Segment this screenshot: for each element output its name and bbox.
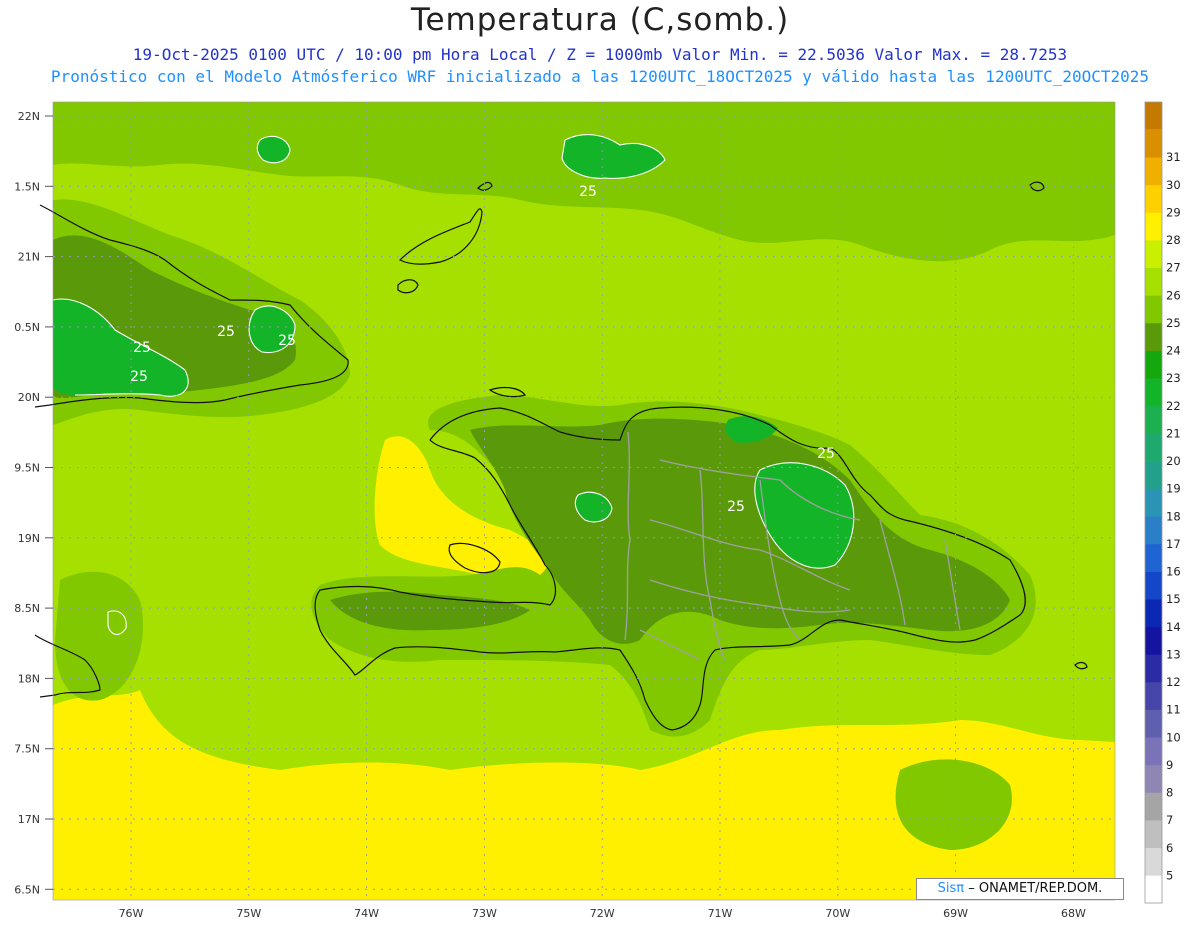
lat-label: 9.5N <box>14 462 40 475</box>
contour-label: 25 <box>130 369 148 385</box>
lon-label: 70W <box>825 907 850 920</box>
contour-label: 25 <box>217 324 235 340</box>
colorbar-segment <box>1145 847 1162 876</box>
colorbar-segment <box>1145 626 1162 655</box>
credit-box: Sisπ – ONAMET/REP.DOM. <box>916 878 1124 900</box>
colorbar-label: 28 <box>1166 233 1181 247</box>
colorbar-segment <box>1145 682 1162 710</box>
contour-label: 25 <box>278 333 296 349</box>
colorbar-label: 16 <box>1166 565 1181 579</box>
colorbar-label: 15 <box>1166 592 1181 606</box>
contour-label: 25 <box>579 184 597 200</box>
lat-label: 21N <box>18 251 40 264</box>
lat-label: 0.5N <box>14 321 40 334</box>
colorbar-label: 13 <box>1166 647 1181 661</box>
colorbar-segment <box>1145 488 1162 517</box>
colorbar-label: 6 <box>1166 841 1173 855</box>
latitude-labels: 22N 1.5N 21N 0.5N 20N 9.5N 19N 8.5N 18N 7.5N 17N 6.… <box>14 110 53 896</box>
colorbar-label: 10 <box>1166 730 1181 744</box>
colorbar-segment <box>1145 129 1162 158</box>
colorbar-segment <box>1145 184 1162 213</box>
longitude-labels: 76W 75W 74W 73W 72W 71W 70W 69W 68W <box>119 907 1086 920</box>
colorbar-segment <box>1145 322 1162 351</box>
lat-label: 7.5N <box>14 743 40 756</box>
lon-label: 71W <box>708 907 733 920</box>
colorbar-label: 21 <box>1166 426 1181 440</box>
colorbar-segment <box>1145 792 1162 821</box>
colorbar-segment <box>1145 543 1162 572</box>
lon-label: 72W <box>590 907 615 920</box>
colorbar-label: 23 <box>1166 371 1181 385</box>
lat-label: 22N <box>18 110 40 123</box>
colorbar-segment <box>1145 405 1162 434</box>
lat-label: 19N <box>18 532 40 545</box>
colorbar-segment <box>1145 350 1162 379</box>
colorbar-label: 11 <box>1166 703 1181 717</box>
credit-organization: – ONAMET/REP.DOM. <box>968 881 1103 896</box>
colorbar-label: 24 <box>1166 344 1181 358</box>
lat-label: 1.5N <box>14 180 40 193</box>
colorbar-label: 5 <box>1166 868 1173 882</box>
colorbar-label: 8 <box>1166 786 1173 800</box>
contour-label: 25 <box>133 340 151 356</box>
colorbar-segment <box>1145 764 1162 793</box>
colorbar-segment <box>1145 461 1162 489</box>
colorbar-segment <box>1145 516 1162 545</box>
colorbar-label: 27 <box>1166 261 1181 275</box>
colorbar-label: 20 <box>1166 454 1181 468</box>
colorbar-label: 29 <box>1166 205 1181 219</box>
colorbar-segment <box>1145 599 1162 628</box>
colorbar-segment <box>1145 820 1162 849</box>
sispi-logo: Sisπ <box>937 881 965 896</box>
lon-label: 75W <box>236 907 261 920</box>
colorbar-segment <box>1145 737 1162 766</box>
colorbar-label: 26 <box>1166 288 1181 302</box>
lon-label: 73W <box>472 907 497 920</box>
temperature-map: 22N 1.5N 21N 0.5N 20N 9.5N 19N 8.5N 18N 7.5N 17N 6.… <box>14 101 1181 920</box>
colorbar-segment <box>1145 378 1162 407</box>
colorbar-label: 18 <box>1166 509 1181 523</box>
lat-label: 6.5N <box>14 883 40 896</box>
lat-label: 8.5N <box>14 602 40 615</box>
colorbar: 5 6 7 8 9 10 11 12 13 14 15 16 17 18 19 20 21 22 23 24 25 26 2… <box>1144 101 1181 904</box>
temperature-field <box>53 102 1115 900</box>
colorbar-segment <box>1145 571 1162 600</box>
colorbar-segment <box>1145 267 1162 296</box>
contour-label: 25 <box>817 446 835 462</box>
colorbar-segment <box>1145 654 1162 683</box>
colorbar-label: 31 <box>1166 150 1181 164</box>
lat-label: 20N <box>18 391 40 404</box>
lon-label: 74W <box>354 907 379 920</box>
colorbar-label: 19 <box>1166 482 1181 496</box>
colorbar-label: 25 <box>1166 316 1181 330</box>
colorbar-segment <box>1145 240 1162 269</box>
colorbar-segment <box>1145 709 1162 738</box>
colorbar-label: 12 <box>1166 675 1181 689</box>
colorbar-segment <box>1145 157 1162 186</box>
colorbar-label: 30 <box>1166 178 1181 192</box>
colorbar-segment <box>1145 102 1162 130</box>
colorbar-segment <box>1145 212 1162 241</box>
lat-label: 17N <box>18 813 40 826</box>
lon-label: 76W <box>119 907 144 920</box>
lon-label: 68W <box>1061 907 1086 920</box>
lat-label: 18N <box>18 672 40 685</box>
colorbar-label: 17 <box>1166 537 1181 551</box>
contour-label: 25 <box>727 499 745 515</box>
colorbar-label: 7 <box>1166 813 1173 827</box>
colorbar-label: 9 <box>1166 758 1173 772</box>
colorbar-segment <box>1145 433 1162 462</box>
colorbar-label: 14 <box>1166 620 1181 634</box>
colorbar-label: 22 <box>1166 399 1181 413</box>
lon-label: 69W <box>943 907 968 920</box>
colorbar-segment <box>1145 295 1162 324</box>
colorbar-segment <box>1145 875 1162 904</box>
